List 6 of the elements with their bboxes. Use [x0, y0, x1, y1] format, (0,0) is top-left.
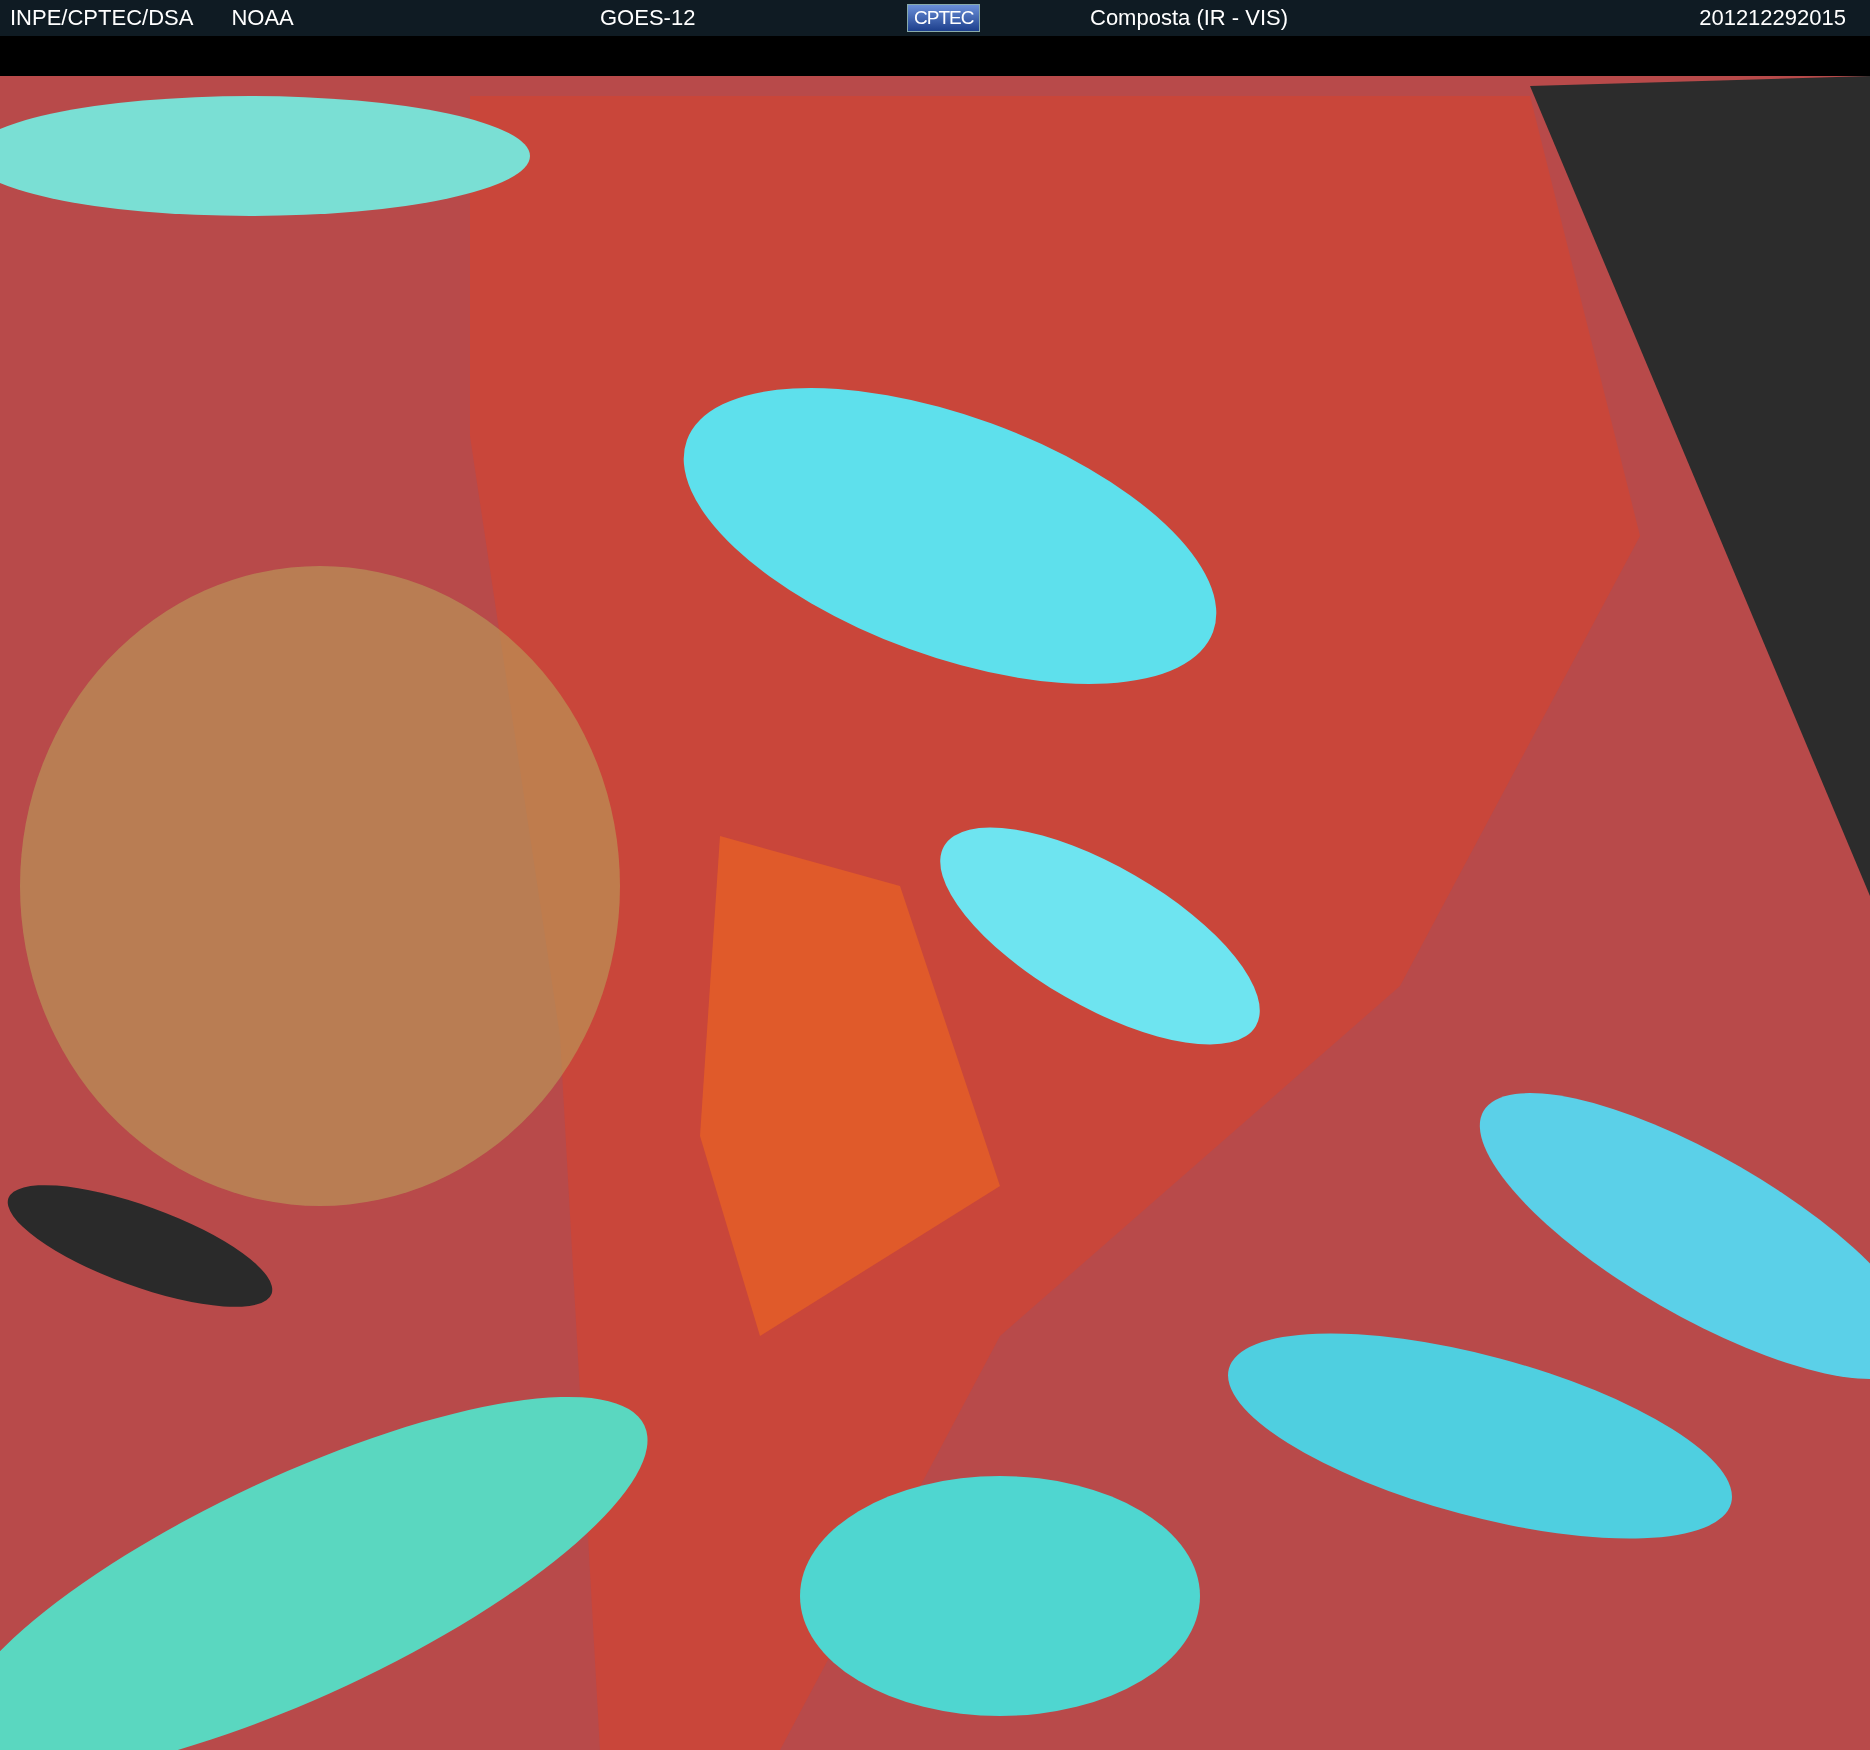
header-label: INPE/CPTEC/DSA	[10, 5, 194, 31]
timestamp: 201212292015	[1699, 5, 1846, 31]
header-label: NOAA	[231, 5, 294, 31]
product-name: Composta (IR - VIS)	[1090, 5, 1290, 31]
satellite-name: GOES-12	[600, 5, 697, 31]
logo: CPTEC	[907, 4, 981, 32]
